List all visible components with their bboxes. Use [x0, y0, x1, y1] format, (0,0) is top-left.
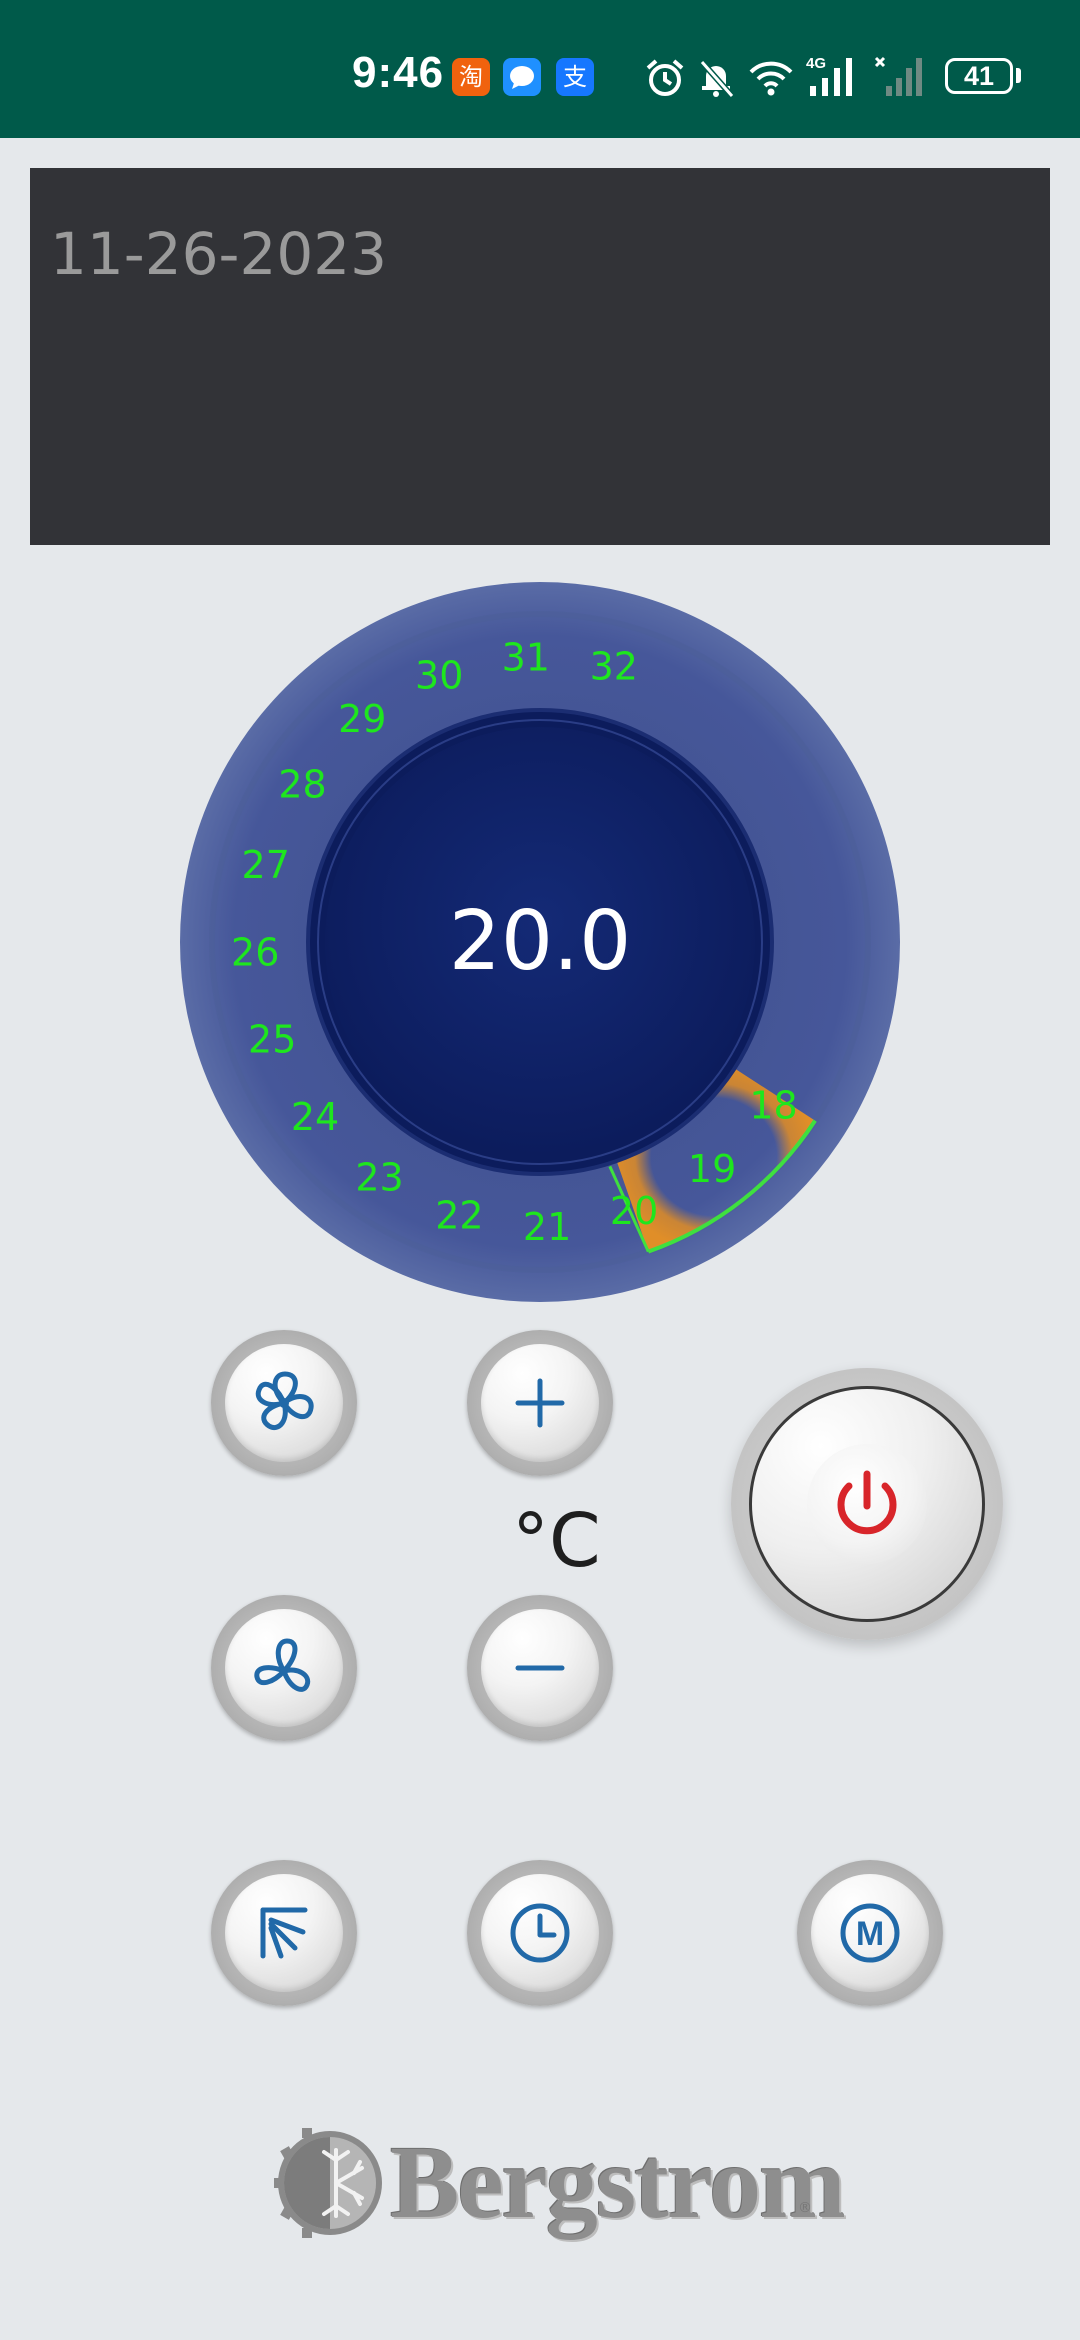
- status-time: 9:46: [352, 48, 445, 97]
- dial-inner-face: [325, 727, 755, 1157]
- dial-graphic[interactable]: 18 19 20 21 22 23 24 25 26 27 28 29 30 31 32: [178, 580, 902, 1304]
- date-display-panel: 11-26-2023: [30, 168, 1050, 545]
- battery-indicator: 41: [945, 58, 1013, 94]
- alipay-icon: 支: [556, 58, 594, 96]
- mode-icon: M: [840, 1903, 900, 1963]
- air-flow-icon: [260, 1907, 308, 1959]
- temperature-down-button[interactable]: [467, 1595, 613, 1741]
- fan-small-icon: [254, 1638, 311, 1692]
- date-text: 11-26-2023: [50, 220, 388, 288]
- dial-scale-label: 29: [338, 697, 386, 741]
- dial-scale-label: 25: [248, 1018, 296, 1062]
- power-icon: [837, 1470, 897, 1535]
- svg-text:M: M: [856, 1915, 884, 1953]
- taobao-icon: 淘: [452, 58, 490, 96]
- logo-gear-snowflake-icon: [274, 2128, 382, 2238]
- logo-text: Bergstrom: [390, 2125, 846, 2240]
- fan-speed-high-button[interactable]: [211, 1330, 357, 1476]
- signal-4g-icon: 4G: [806, 54, 862, 104]
- dial-scale-label: 21: [523, 1205, 571, 1249]
- wifi-icon: [747, 56, 795, 104]
- dial-scale-label: 32: [590, 645, 638, 689]
- dial-scale-label: 18: [749, 1084, 797, 1128]
- dial-scale-label: 23: [355, 1156, 403, 1200]
- dial-scale-label: 19: [688, 1147, 736, 1191]
- power-button[interactable]: [731, 1368, 1003, 1640]
- signal-sim2-icon: [874, 54, 930, 104]
- fan-speed-low-button[interactable]: [211, 1595, 357, 1741]
- dial-scale-label: 30: [415, 653, 463, 697]
- dial-scale-label: 27: [242, 843, 290, 887]
- mode-button[interactable]: M: [797, 1860, 943, 2006]
- dial-scale-label: 26: [231, 931, 279, 975]
- temperature-unit-label: °C: [512, 1498, 601, 1584]
- air-direction-button[interactable]: [211, 1860, 357, 2006]
- battery-tip: [1016, 68, 1021, 83]
- mute-bell-icon: [694, 56, 738, 104]
- dial-scale-label: 24: [291, 1095, 339, 1139]
- plus-icon: [515, 1378, 565, 1428]
- dial-scale-label: 22: [435, 1193, 483, 1237]
- timer-button[interactable]: [467, 1860, 613, 2006]
- alarm-icon: [643, 56, 687, 104]
- dial-scale-label: 31: [502, 635, 550, 679]
- message-icon: [503, 58, 541, 96]
- temperature-up-button[interactable]: [467, 1330, 613, 1476]
- dial-scale-label: 20: [610, 1189, 658, 1233]
- temperature-dial[interactable]: 18 19 20 21 22 23 24 25 26 27 28 29 30 31 32 20.0: [178, 580, 902, 1304]
- bergstrom-logo: Bergstrom ®: [270, 2118, 846, 2248]
- fan-icon: [255, 1371, 314, 1430]
- minus-icon: [515, 1665, 565, 1671]
- clock-icon: [510, 1903, 570, 1963]
- logo-registered-mark: ®: [798, 2200, 812, 2216]
- dial-scale-label: 28: [278, 762, 326, 806]
- status-bar: 9:46 淘 支 4G 41: [0, 0, 1080, 138]
- svg-text:4G: 4G: [806, 55, 826, 72]
